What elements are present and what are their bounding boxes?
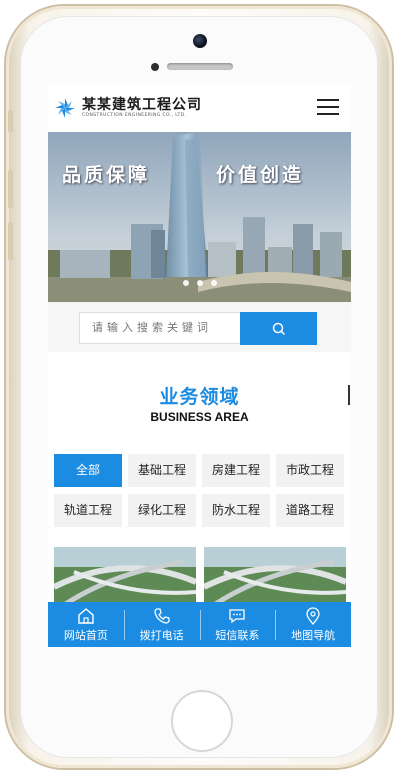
nav-sms[interactable]: 短信联系 [199,602,276,647]
banner-slogan-left: 品质保障 [62,164,151,186]
overpass-image [54,547,196,605]
carousel-indicators [48,271,351,290]
tab-waterproofing[interactable]: 防水工程 [202,494,270,527]
section-heading: 业务领域 BUSINESS AREA [48,382,351,424]
earpiece-speaker [167,63,233,70]
tab-foundation[interactable]: 基础工程 [128,454,196,487]
project-gallery [54,547,346,607]
map-pin-icon [306,607,320,625]
tab-landscaping[interactable]: 绿化工程 [128,494,196,527]
scrollbar-thumb[interactable] [348,385,350,405]
home-button[interactable] [171,690,233,752]
tab-rail[interactable]: 轨道工程 [54,494,122,527]
phone-icon [153,608,170,624]
project-thumbnail[interactable] [54,547,196,605]
nav-map[interactable]: 地图导航 [275,602,351,647]
message-icon [229,609,246,624]
search-bar [48,302,351,352]
nav-home[interactable]: 网站首页 [48,602,124,647]
tab-road[interactable]: 道路工程 [276,494,344,527]
bottom-navigation: 网站首页 拨打电话 短信联系 地图导航 [48,602,351,647]
carousel-dot[interactable] [196,280,203,286]
hero-banner[interactable]: 品质保障 价值创造 [48,132,351,302]
company-name-cn: 某某建筑工程公司 [82,97,202,113]
nav-map-label: 地图导航 [291,629,336,642]
mute-switch [8,110,13,132]
overpass-image [204,547,346,605]
nav-call[interactable]: 拨打电话 [123,602,200,647]
nav-call-label: 拨打电话 [139,629,184,642]
carousel-dot[interactable] [210,280,217,286]
phone-screen: 某某建筑工程公司 CONSTRUCTION ENGINEERING CO., L… [48,84,351,647]
section-title-cn: 业务领域 [159,386,240,408]
search-button[interactable] [240,312,317,345]
project-thumbnail[interactable] [204,547,346,605]
volume-down-button [8,222,13,260]
search-input[interactable] [79,312,240,344]
company-logo-icon [55,98,75,118]
logo-text[interactable]: 某某建筑工程公司 CONSTRUCTION ENGINEERING CO., L… [82,97,202,119]
tab-municipal[interactable]: 市政工程 [276,454,344,487]
home-icon [78,608,94,624]
hamburger-menu-icon[interactable] [317,99,339,116]
front-camera [193,34,207,48]
tab-building[interactable]: 房建工程 [202,454,270,487]
search-icon [272,322,286,336]
volume-up-button [8,170,13,208]
banner-slogan-right: 价值创造 [216,164,305,186]
nav-home-label: 网站首页 [63,629,108,642]
carousel-dot[interactable] [182,280,189,286]
tab-all[interactable]: 全部 [54,454,122,487]
company-name-en: CONSTRUCTION ENGINEERING CO., LTD. [82,113,187,118]
nav-sms-label: 短信联系 [215,629,260,642]
proximity-sensor [151,63,159,71]
site-header: 某某建筑工程公司 CONSTRUCTION ENGINEERING CO., L… [48,84,351,133]
section-title-en: BUSINESS AREA [150,410,249,424]
